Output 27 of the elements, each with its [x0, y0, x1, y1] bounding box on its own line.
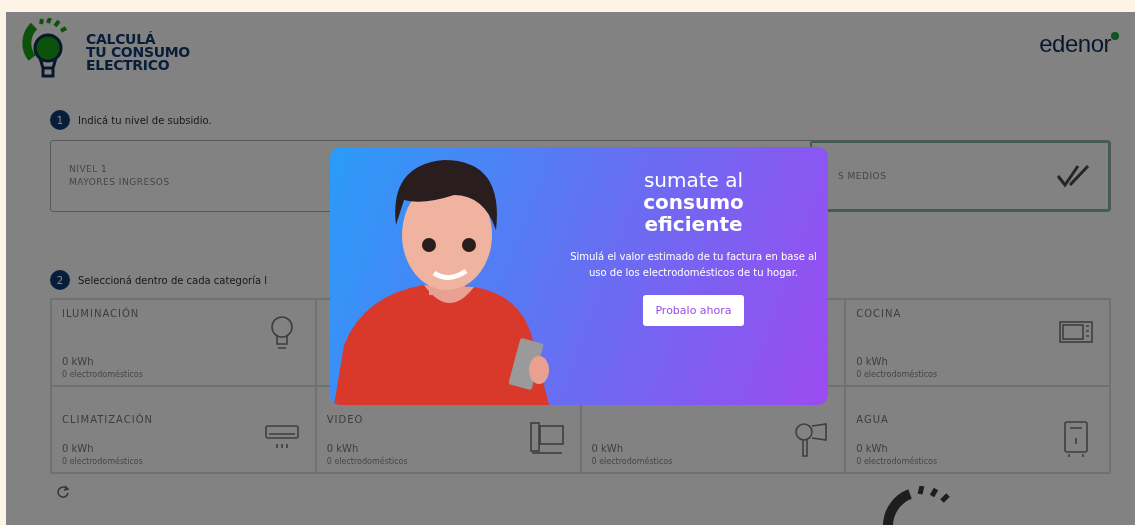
brand-logo: edenor — [1039, 30, 1111, 58]
dot-icon — [1111, 32, 1119, 40]
energy-value: 0 kWh — [62, 356, 95, 367]
energy-value: 0 kWh — [62, 443, 95, 454]
category-title: AGUA — [856, 414, 890, 425]
energy-value: 0 kWh — [856, 443, 889, 454]
category-title: ILUMINACIÓN — [62, 308, 141, 319]
option-label: MAYORES INGRESOS — [69, 176, 170, 189]
energy-value: 0 kWh — [591, 443, 625, 454]
step-number-badge: 2 — [50, 270, 70, 290]
step-number-badge: 1 — [50, 110, 70, 130]
category-title: CLIMATIZACIÓN — [62, 414, 154, 425]
refresh-icon[interactable] — [56, 484, 70, 498]
category-title: VIDEO — [326, 414, 365, 425]
step-instruction: Indicá tu nivel de subsidio. — [78, 114, 212, 126]
double-check-icon — [1056, 164, 1090, 188]
category-title: COCINA — [856, 308, 903, 319]
app-title: CALCULÁ TU CONSUMO ELECTRICO — [86, 32, 190, 72]
hair-dryer-icon — [794, 420, 829, 458]
option-label: NIVEL 1 — [69, 163, 109, 176]
dialog-description: Simulá el valor estimado de tu factura en base al uso de los electrodomésticos de tu hogar. — [569, 250, 818, 280]
energy-value: 0 kWh — [326, 443, 360, 454]
option-label: S MEDIOS — [838, 169, 887, 183]
dialog-title: sumate al consumo eficiente — [642, 169, 745, 235]
energy-value: 0 kWh — [856, 356, 889, 367]
step-instruction: Seleccioná dentro de cada categoría l — [78, 274, 267, 286]
try-now-button[interactable]: Probalo ahora — [643, 295, 744, 326]
